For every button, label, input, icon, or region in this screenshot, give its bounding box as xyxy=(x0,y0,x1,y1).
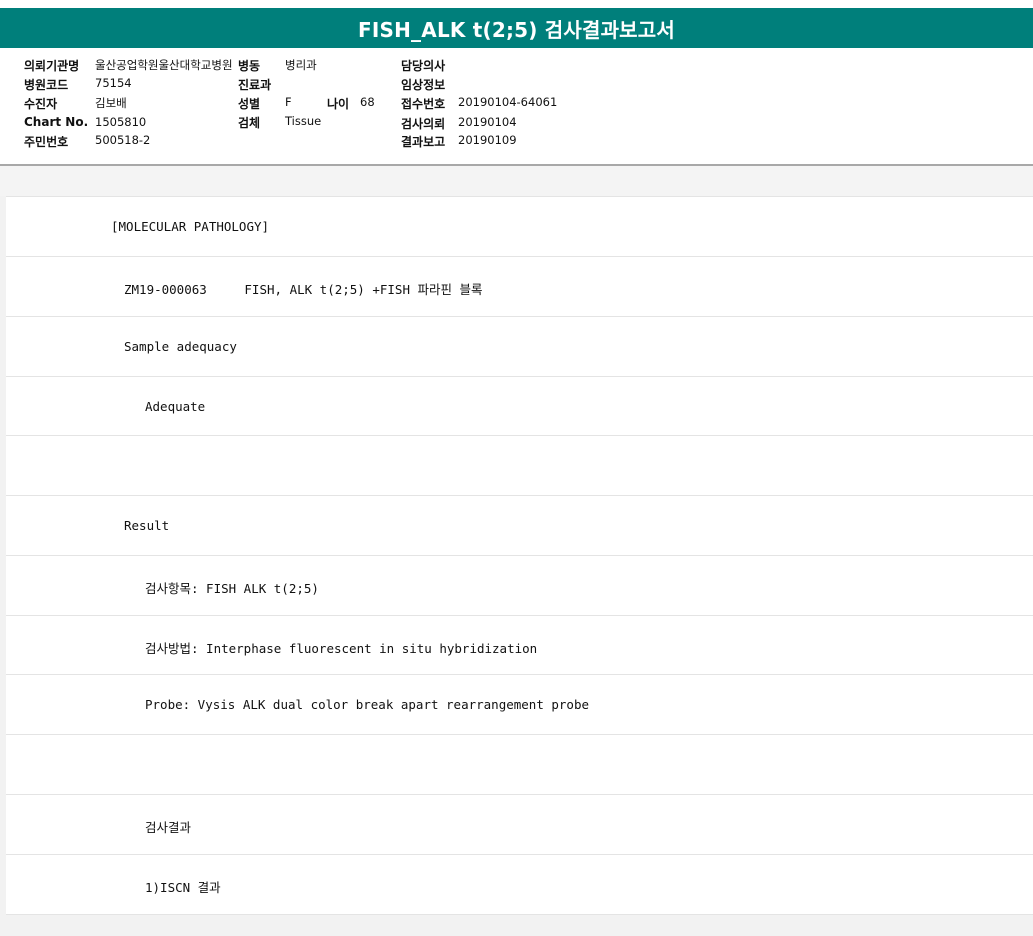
test-method-line: 검사방법: Interphase fluorescent in situ hyb… xyxy=(145,641,538,656)
report-date-label: 결과보고 xyxy=(401,135,446,149)
specimen-value: Tissue xyxy=(285,114,322,128)
hospital-code-value: 75154 xyxy=(95,76,132,90)
sex-value: F xyxy=(285,95,292,109)
test-code-line: ZM19-000063 FISH, ALK t(2;5) +FISH 파라핀 블… xyxy=(124,282,483,297)
chart-no-label: Chart No. xyxy=(24,115,89,129)
probe-line: Probe: Vysis ALK dual color break apart … xyxy=(145,697,590,712)
result-heading: Result xyxy=(124,518,170,533)
receipt-no-value: 20190104-64061 xyxy=(458,95,558,109)
receipt-no-label: 접수번호 xyxy=(401,97,446,111)
section-gap xyxy=(0,166,1033,196)
ward-label: 병동 xyxy=(238,59,261,73)
result-line: [MOLECULAR PATHOLOGY] xyxy=(6,196,1033,256)
institution-value: 울산공업학원울산대학교병원 xyxy=(95,58,233,72)
sample-adequacy-heading: Sample adequacy xyxy=(124,339,237,354)
institution-label: 의뢰기관명 xyxy=(24,59,80,73)
result-line xyxy=(6,734,1033,794)
section-heading: [MOLECULAR PATHOLOGY] xyxy=(111,219,270,234)
resident-no-value: 500518-2 xyxy=(95,133,151,147)
ward-value: 병리과 xyxy=(285,58,317,72)
report-page: FISH_ALK t(2;5) 검사결과보고서 의뢰기관명 울산공업학원울산대학… xyxy=(0,0,1033,936)
hospital-code-label: 병원코드 xyxy=(24,78,69,92)
result-line: 1)ISCN 결과 xyxy=(6,854,1033,915)
result-line: 검사방법: Interphase fluorescent in situ hyb… xyxy=(6,615,1033,675)
report-title: FISH_ALK t(2;5) 검사결과보고서 xyxy=(358,17,675,42)
age-label: 나이 xyxy=(327,97,350,111)
request-date-label: 검사의뢰 xyxy=(401,117,446,131)
result-line: Sample adequacy xyxy=(6,316,1033,376)
result-line: 검사결과 xyxy=(6,794,1033,854)
clinical-info-label: 임상정보 xyxy=(401,78,446,92)
sample-adequacy-value: Adequate xyxy=(145,399,206,414)
result-line: ZM19-000063 FISH, ALK t(2;5) +FISH 파라핀 블… xyxy=(6,256,1033,316)
report-date-value: 20190109 xyxy=(458,133,517,147)
test-item-line: 검사항목: FISH ALK t(2;5) xyxy=(145,581,319,596)
specimen-label: 검체 xyxy=(238,116,261,130)
physician-label: 담당의사 xyxy=(401,59,446,73)
iscn-result-line: 1)ISCN 결과 xyxy=(145,880,221,895)
resident-no-label: 주민번호 xyxy=(24,135,69,149)
patient-name-label: 수진자 xyxy=(24,97,58,111)
test-result-heading: 검사결과 xyxy=(145,820,192,835)
result-line: Adequate xyxy=(6,376,1033,436)
patient-info-panel: 의뢰기관명 울산공업학원울산대학교병원 병원코드 75154 수진자 김보배 C… xyxy=(0,48,1033,166)
result-line: 검사항목: FISH ALK t(2;5) xyxy=(6,555,1033,615)
request-date-value: 20190104 xyxy=(458,115,517,129)
patient-name-value: 김보배 xyxy=(95,96,127,110)
report-title-bar: FISH_ALK t(2;5) 검사결과보고서 xyxy=(0,8,1033,48)
age-value: 68 xyxy=(360,95,375,109)
sex-label: 성별 xyxy=(238,97,261,111)
result-line: Result xyxy=(6,495,1033,555)
chart-no-value: 1505810 xyxy=(95,115,147,129)
department-label: 진료과 xyxy=(238,78,272,92)
result-line xyxy=(6,435,1033,495)
result-body: [MOLECULAR PATHOLOGY] ZM19-000063 FISH, … xyxy=(6,196,1033,915)
result-line: Probe: Vysis ALK dual color break apart … xyxy=(6,674,1033,734)
